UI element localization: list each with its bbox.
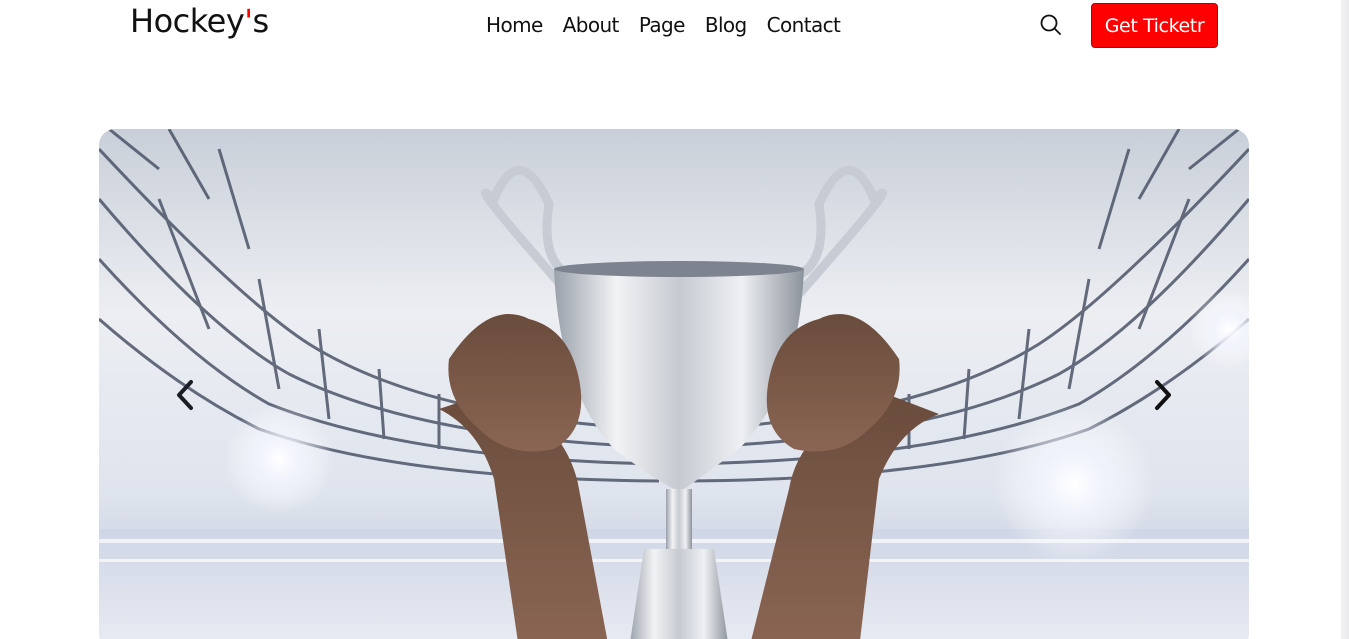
get-ticket-button[interactable]: Get Ticketr bbox=[1091, 3, 1218, 48]
page-edge-decoration bbox=[1341, 0, 1349, 639]
main-nav: Home About Page Blog Contact bbox=[486, 13, 860, 37]
chevron-left-icon bbox=[177, 380, 193, 410]
logo-text-main: Hockey bbox=[130, 2, 245, 40]
search-icon[interactable] bbox=[1038, 12, 1064, 38]
nav-item-page[interactable]: Page bbox=[639, 13, 686, 37]
slider-next-button[interactable] bbox=[1143, 375, 1183, 415]
nav-item-home[interactable]: Home bbox=[486, 13, 543, 37]
chevron-right-icon bbox=[1155, 380, 1171, 410]
nav-item-contact[interactable]: Contact bbox=[767, 13, 841, 37]
hero-slider bbox=[99, 129, 1249, 639]
logo-text-end: s bbox=[252, 2, 270, 40]
nav-item-blog[interactable]: Blog bbox=[705, 13, 747, 37]
logo-apostrophe: ' bbox=[244, 2, 253, 40]
site-header: Hockey's Home About Page Blog Contact Ge… bbox=[0, 0, 1349, 60]
site-logo[interactable]: Hockey's bbox=[130, 2, 269, 40]
hero-image bbox=[99, 129, 1249, 639]
slider-prev-button[interactable] bbox=[165, 375, 205, 415]
nav-item-about[interactable]: About bbox=[563, 13, 620, 37]
